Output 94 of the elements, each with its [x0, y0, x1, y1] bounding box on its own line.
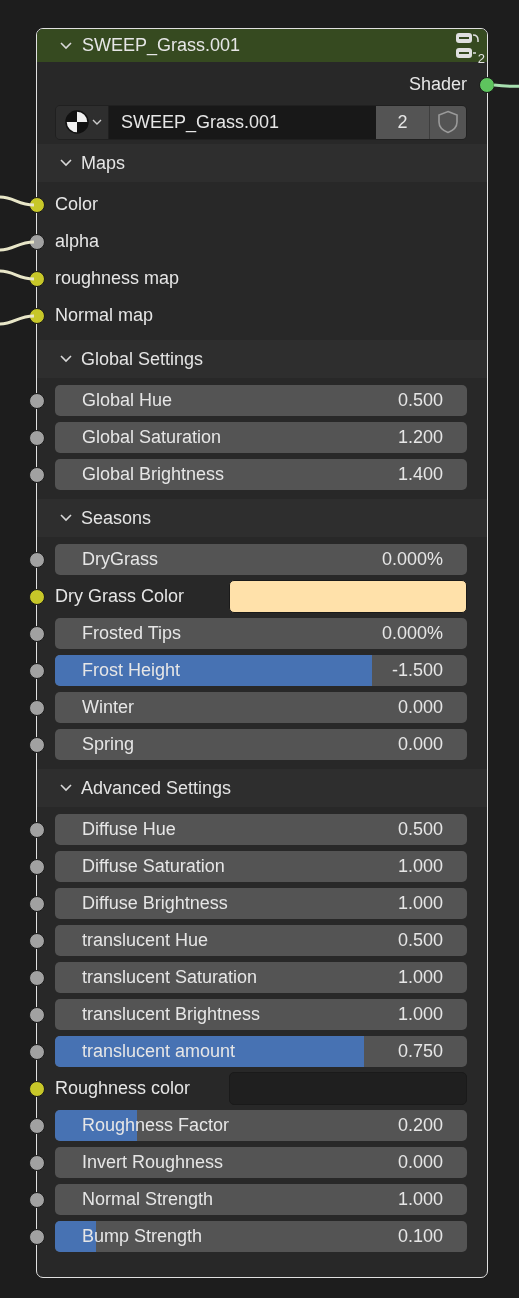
- socket-label: Roughness color: [55, 1078, 192, 1099]
- input-socket[interactable]: [29, 895, 45, 912]
- number-field[interactable]: Global Saturation 1.200: [55, 422, 467, 453]
- field-label: Global Brightness: [82, 464, 225, 485]
- number-field[interactable]: translucent Saturation 1.000: [55, 962, 467, 993]
- socket-label: Normal map: [55, 305, 154, 326]
- field-label: Invert Roughness: [82, 1152, 224, 1173]
- field-value: 0.000: [397, 734, 443, 755]
- field-value: -1.500: [391, 660, 443, 681]
- number-field[interactable]: translucent Hue 0.500: [55, 925, 467, 956]
- number-field[interactable]: translucent Brightness 1.000: [55, 999, 467, 1030]
- number-field[interactable]: Global Hue 0.500: [55, 385, 467, 416]
- field-value: 0.500: [397, 930, 443, 951]
- field-value: 1.000: [397, 893, 443, 914]
- panel-title: Advanced Settings: [81, 777, 232, 799]
- shader-node[interactable]: [36, 28, 488, 1278]
- input-socket[interactable]: [29, 1191, 45, 1208]
- field-label: Spring: [82, 734, 135, 755]
- value-slider[interactable]: Frost Height -1.500: [55, 655, 467, 686]
- field-value: 1.200: [397, 427, 443, 448]
- number-field[interactable]: Winter 0.000: [55, 692, 467, 723]
- field-label: Global Saturation: [82, 427, 222, 448]
- input-socket[interactable]: [29, 588, 45, 605]
- input-socket[interactable]: [29, 821, 45, 838]
- number-field[interactable]: Normal Strength 1.000: [55, 1184, 467, 1215]
- input-socket[interactable]: [29, 736, 45, 753]
- socket-label: Color: [55, 194, 98, 215]
- field-label: translucent amount: [82, 1041, 236, 1062]
- input-socket[interactable]: [29, 429, 45, 446]
- value-slider[interactable]: translucent amount 0.750: [55, 1036, 467, 1067]
- field-value: 1.000: [397, 967, 443, 988]
- panel-title: Seasons: [81, 507, 152, 529]
- field-value: 0.000%: [381, 623, 443, 644]
- field-label: translucent Hue: [82, 930, 209, 951]
- input-socket[interactable]: [29, 1117, 45, 1134]
- number-field[interactable]: Global Brightness 1.400: [55, 459, 467, 490]
- user-count: 2: [477, 51, 485, 65]
- input-socket[interactable]: [29, 662, 45, 679]
- node-title: SWEEP_Grass.001: [82, 35, 242, 56]
- field-value: 0.100: [397, 1226, 443, 1247]
- number-field[interactable]: DryGrass 0.000%: [55, 544, 467, 575]
- field-value: 0.500: [397, 390, 443, 411]
- field-value: 0.000: [397, 697, 443, 718]
- field-value: 1.000: [397, 1004, 443, 1025]
- field-value: 1.400: [397, 464, 443, 485]
- node-header[interactable]: SWEEP_Grass.001 2: [37, 29, 487, 62]
- field-label: Diffuse Saturation: [82, 856, 225, 877]
- number-field[interactable]: Diffuse Brightness 1.000: [55, 888, 467, 919]
- field-value: 0.000%: [381, 549, 443, 570]
- socket-label: roughness map: [55, 268, 180, 289]
- field-value: 1.000: [397, 1189, 443, 1210]
- socket-label: Shader: [408, 74, 467, 95]
- field-label: Frost Height: [82, 660, 181, 681]
- field-label: Normal Strength: [82, 1189, 214, 1210]
- input-socket[interactable]: [29, 1154, 45, 1171]
- input-socket[interactable]: [29, 1080, 45, 1097]
- field-value: 0.200: [397, 1115, 443, 1136]
- field-label: Winter: [82, 697, 134, 718]
- number-field[interactable]: Spring 0.000: [55, 729, 467, 760]
- panel-title: Global Settings: [81, 348, 204, 370]
- panel-header[interactable]: Maps: [37, 144, 487, 182]
- input-socket[interactable]: [29, 858, 45, 875]
- number-field[interactable]: Frosted Tips 0.000%: [55, 618, 467, 649]
- input-socket[interactable]: [29, 551, 45, 568]
- field-label: translucent Saturation: [82, 967, 258, 988]
- input-socket[interactable]: [29, 1043, 45, 1060]
- field-value: 1.000: [397, 856, 443, 877]
- input-socket[interactable]: [29, 466, 45, 483]
- number-field[interactable]: Invert Roughness 0.000: [55, 1147, 467, 1178]
- input-socket[interactable]: [29, 932, 45, 949]
- color-swatch[interactable]: [229, 580, 467, 613]
- field-label: DryGrass: [82, 549, 158, 570]
- number-field[interactable]: Diffuse Saturation 1.000: [55, 851, 467, 882]
- field-label: Global Hue: [82, 390, 173, 411]
- input-socket[interactable]: [29, 699, 45, 716]
- panel-header[interactable]: Seasons: [37, 499, 487, 537]
- socket-label: Dry Grass Color: [55, 586, 185, 607]
- panel-header[interactable]: Advanced Settings: [37, 769, 487, 807]
- panel-header[interactable]: Global Settings: [37, 340, 487, 378]
- field-label: Frosted Tips: [82, 623, 182, 644]
- panel-title: Maps: [81, 152, 125, 174]
- field-value: 0.750: [397, 1041, 443, 1062]
- input-socket[interactable]: [29, 969, 45, 986]
- input-socket[interactable]: [29, 392, 45, 409]
- field-value: 0.500: [397, 819, 443, 840]
- number-field[interactable]: Diffuse Hue 0.500: [55, 814, 467, 845]
- field-label: Diffuse Hue: [82, 819, 176, 840]
- input-socket[interactable]: [29, 1006, 45, 1023]
- input-socket[interactable]: [29, 625, 45, 642]
- field-value: 0.000: [397, 1152, 443, 1173]
- field-label: Diffuse Brightness: [82, 893, 228, 914]
- input-socket[interactable]: [29, 1228, 45, 1245]
- socket-label: alpha: [55, 231, 100, 252]
- field-label: translucent Brightness: [82, 1004, 261, 1025]
